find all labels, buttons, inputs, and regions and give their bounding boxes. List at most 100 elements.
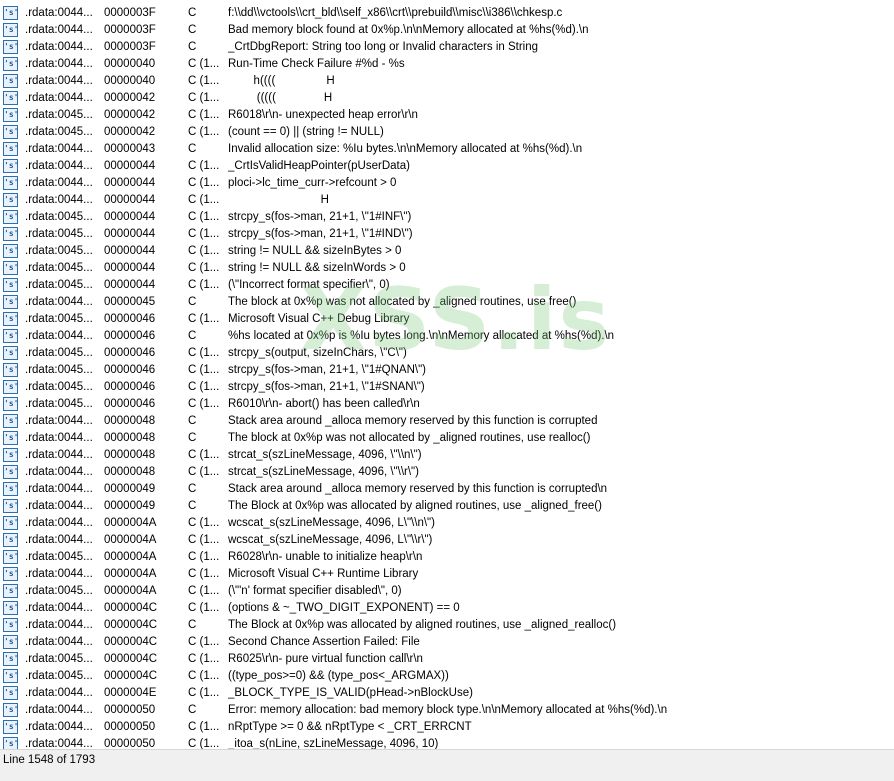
string-icon: 's': [3, 550, 18, 564]
table-row[interactable]: 's' .rdata:0044... 0000004A C (1... Microsof…: [0, 566, 894, 583]
table-row[interactable]: 's' .rdata:0045... 00000046 C (1... strcpy_s…: [0, 362, 894, 379]
length-cell: 00000046: [104, 364, 156, 376]
length-cell: 00000044: [104, 194, 156, 206]
table-row[interactable]: 's' .rdata:0044... 00000046 C %hs located at…: [0, 328, 894, 345]
table-row[interactable]: 's' .rdata:0045... 00000046 C (1... Microsof…: [0, 311, 894, 328]
address-cell: .rdata:0044...: [25, 24, 93, 36]
string-icon: 's': [3, 533, 18, 547]
table-row[interactable]: 's' .rdata:0044... 00000048 C Stack area aro…: [0, 413, 894, 430]
table-row[interactable]: 's' .rdata:0044... 0000004E C (1... _BLOCK_T…: [0, 685, 894, 702]
length-cell: 0000004A: [104, 585, 157, 597]
table-row[interactable]: 's' .rdata:0045... 00000042 C (1... R6018\r\…: [0, 107, 894, 124]
length-cell: 0000004C: [104, 670, 158, 682]
table-row[interactable]: 's' .rdata:0045... 0000004A C (1... R6028\r\…: [0, 549, 894, 566]
table-row[interactable]: 's' .rdata:0044... 0000004C C (1... (options…: [0, 600, 894, 617]
table-row[interactable]: 's' .rdata:0044... 00000044 C (1... _CrtIsVa…: [0, 158, 894, 175]
type-cell: C (1...: [188, 347, 220, 359]
string-cell: (count == 0) || (string != NULL): [228, 126, 384, 138]
length-cell: 0000004A: [104, 568, 157, 580]
string-icon: 's': [3, 635, 18, 649]
table-row[interactable]: 's' .rdata:0044... 00000040 C (1... Run-Time…: [0, 56, 894, 73]
length-cell: 0000003F: [104, 41, 156, 53]
string-icon: 's': [3, 448, 18, 462]
address-cell: .rdata:0044...: [25, 500, 93, 512]
string-cell: _itoa_s(nLine, szLineMessage, 4096, 10): [228, 738, 439, 749]
table-row[interactable]: 's' .rdata:0045... 00000044 C (1... string !…: [0, 243, 894, 260]
string-icon: 's': [3, 363, 18, 377]
table-row[interactable]: 's' .rdata:0044... 00000048 C (1... strcat_s…: [0, 464, 894, 481]
length-cell: 0000004C: [104, 636, 158, 648]
string-icon: 's': [3, 125, 18, 139]
address-cell: .rdata:0045...: [25, 653, 93, 665]
string-icon: 's': [3, 227, 18, 241]
type-cell: C (1...: [188, 177, 220, 189]
table-row[interactable]: 's' .rdata:0044... 00000050 C (1... _itoa_s(…: [0, 736, 894, 749]
type-cell: C (1...: [188, 92, 220, 104]
type-cell: C (1...: [188, 653, 220, 665]
table-row[interactable]: 's' .rdata:0045... 00000042 C (1... (count =…: [0, 124, 894, 141]
table-row[interactable]: 's' .rdata:0044... 00000049 C Stack area aro…: [0, 481, 894, 498]
length-cell: 00000044: [104, 211, 156, 223]
table-row[interactable]: 's' .rdata:0045... 00000046 C (1... strcpy_s…: [0, 345, 894, 362]
string-cell: Microsoft Visual C++ Runtime Library: [228, 568, 419, 580]
length-cell: 0000004A: [104, 517, 157, 529]
type-cell: C (1...: [188, 602, 220, 614]
table-row[interactable]: 's' .rdata:0045... 00000046 C (1... strcpy_s…: [0, 379, 894, 396]
table-row[interactable]: 's' .rdata:0045... 0000004C C (1... ((type_p…: [0, 668, 894, 685]
string-cell: Bad memory block found at 0x%p.\n\nMemor…: [228, 24, 589, 36]
length-cell: 00000045: [104, 296, 156, 308]
length-cell: 00000044: [104, 177, 156, 189]
string-cell: Stack area around _alloca memory reserve…: [228, 483, 608, 495]
table-row[interactable]: 's' .rdata:0044... 0000004C C (1... Second C…: [0, 634, 894, 651]
table-row[interactable]: 's' .rdata:0044... 0000004C C The Block at 0…: [0, 617, 894, 634]
string-cell: (\"'n' format specifier disabled\", 0): [228, 585, 402, 597]
table-row[interactable]: 's' .rdata:0045... 00000046 C (1... R6010\r\…: [0, 396, 894, 413]
table-row[interactable]: 's' .rdata:0044... 00000043 C Invalid alloca…: [0, 141, 894, 158]
type-cell: C (1...: [188, 381, 220, 393]
strings-list[interactable]: 's' .rdata:0044... 0000003F Cf:\\dd\\vctool…: [0, 5, 894, 749]
table-row[interactable]: 's' .rdata:0044... 00000050 C Error: memory …: [0, 702, 894, 719]
type-cell: C: [188, 296, 197, 308]
table-row[interactable]: 's' .rdata:0044... 00000044 C (1... ploci->l…: [0, 175, 894, 192]
string-cell: ploci->lc_time_curr->refcount > 0: [228, 177, 397, 189]
address-cell: .rdata:0045...: [25, 585, 93, 597]
string-cell: Microsoft Visual C++ Debug Library: [228, 313, 410, 325]
table-row[interactable]: 's' .rdata:0045... 00000044 C (1... string !…: [0, 260, 894, 277]
table-row[interactable]: 's' .rdata:0045... 00000044 C (1... strcpy_s…: [0, 209, 894, 226]
table-row[interactable]: 's' .rdata:0044... 00000042 C (1... ((((( H: [0, 90, 894, 107]
table-row[interactable]: 's' .rdata:0044... 00000048 C (1... strcat_s…: [0, 447, 894, 464]
table-row[interactable]: 's' .rdata:0045... 0000004C C (1... R6025\r\…: [0, 651, 894, 668]
length-cell: 00000046: [104, 398, 156, 410]
length-cell: 00000046: [104, 381, 156, 393]
table-row[interactable]: 's' .rdata:0045... 00000044 C (1... (\"Incor…: [0, 277, 894, 294]
address-cell: .rdata:0044...: [25, 568, 93, 580]
table-row[interactable]: 's' .rdata:0045... 0000004A C (1... (\"'n' f…: [0, 583, 894, 600]
type-cell: C (1...: [188, 245, 220, 257]
address-cell: .rdata:0045...: [25, 398, 93, 410]
table-row[interactable]: 's' .rdata:0044... 00000045 C The block at 0…: [0, 294, 894, 311]
type-cell: C: [188, 7, 197, 19]
address-cell: .rdata:0044...: [25, 75, 93, 87]
string-icon: 's': [3, 414, 18, 428]
table-row[interactable]: 's' .rdata:0045... 00000044 C (1... strcpy_s…: [0, 226, 894, 243]
string-cell: _CrtDbgReport: String too long or Invali…: [228, 41, 539, 53]
table-row[interactable]: 's' .rdata:0044... 00000044 C (1... H: [0, 192, 894, 209]
type-cell: C: [188, 143, 197, 155]
table-row[interactable]: 's' .rdata:0044... 0000003F Cf:\\dd\\vctool…: [0, 5, 894, 22]
table-row[interactable]: 's' .rdata:0044... 0000004A C (1... wcscat_s…: [0, 532, 894, 549]
table-row[interactable]: 's' .rdata:0044... 00000050 C (1... nRptType…: [0, 719, 894, 736]
string-cell: ((type_pos>=0) && (type_pos<_ARGMAX)): [228, 670, 449, 682]
table-row[interactable]: 's' .rdata:0044... 0000004A C (1... wcscat_s…: [0, 515, 894, 532]
table-row[interactable]: 's' .rdata:0044... 00000048 C The block at 0…: [0, 430, 894, 447]
address-cell: .rdata:0045...: [25, 126, 93, 138]
string-icon: 's': [3, 720, 18, 734]
length-cell: 0000004E: [104, 687, 157, 699]
address-cell: .rdata:0044...: [25, 296, 93, 308]
string-icon: 's': [3, 652, 18, 666]
address-cell: .rdata:0044...: [25, 619, 93, 631]
table-row[interactable]: 's' .rdata:0044... 00000040 C (1... h(((( H: [0, 73, 894, 90]
table-row[interactable]: 's' .rdata:0044... 0000003F C _CrtDbgReport:…: [0, 39, 894, 56]
string-icon: 's': [3, 482, 18, 496]
table-row[interactable]: 's' .rdata:0044... 0000003F C Bad memory blo…: [0, 22, 894, 39]
table-row[interactable]: 's' .rdata:0044... 00000049 C The Block at 0…: [0, 498, 894, 515]
